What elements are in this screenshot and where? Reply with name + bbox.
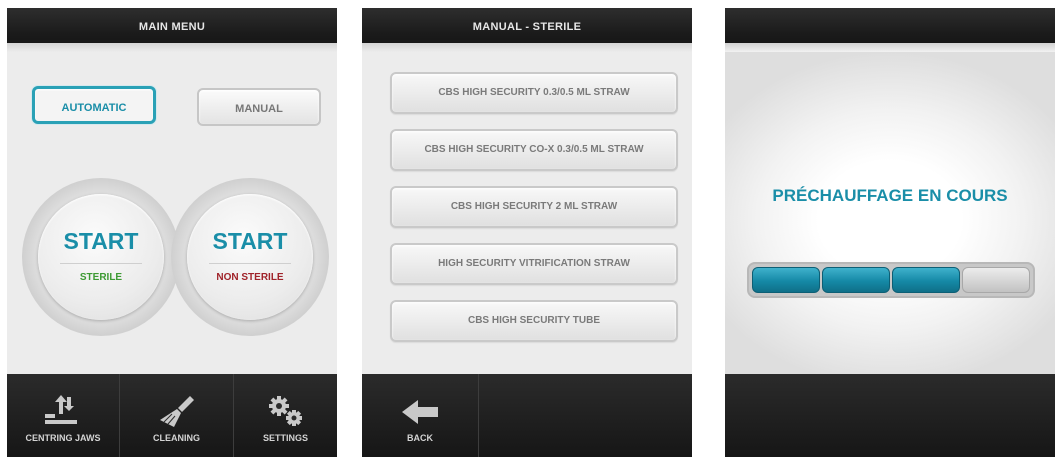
main-menu-screen: MAIN MENU AUTOMATIC MANUAL START STERILE… — [7, 8, 337, 457]
preheating-content: PRÉCHAUFFAGE EN COURS — [725, 52, 1055, 374]
back-button[interactable]: BACK — [362, 374, 479, 457]
header-bar — [725, 8, 1055, 52]
divider — [60, 263, 142, 264]
footer-bar: CENTRING JAWS CLEANING SETTINGS — [7, 374, 337, 457]
list-item-straw[interactable]: CBS HIGH SECURITY 0.3/0.5 ML STRAW — [390, 72, 678, 114]
screen-title: MANUAL - STERILE — [472, 21, 582, 33]
gears-icon — [234, 394, 337, 430]
non-sterile-label: NON STERILE — [216, 272, 284, 283]
manual-button[interactable]: MANUAL — [197, 88, 321, 126]
preheating-message: PRÉCHAUFFAGE EN COURS — [772, 186, 1008, 205]
cleaning-button[interactable]: CLEANING — [120, 374, 234, 457]
start-sterile-button[interactable]: START STERILE — [38, 194, 164, 320]
list-item-straw[interactable]: CBS HIGH SECURITY CO-X 0.3/0.5 ML STRAW — [390, 129, 678, 171]
header-bar: MANUAL - STERILE — [362, 8, 692, 52]
list-item-straw[interactable]: CBS HIGH SECURITY TUBE — [390, 300, 678, 342]
start-label: START — [212, 228, 288, 254]
footer-bar — [725, 374, 1055, 457]
screen-title: MAIN MENU — [138, 21, 206, 33]
start-non-sterile-button[interactable]: START NON STERILE — [187, 194, 313, 320]
centring-jaws-label: CENTRING JAWS — [25, 433, 101, 443]
sterile-label: STERILE — [79, 272, 123, 283]
divider — [209, 263, 291, 264]
main-menu-content: AUTOMATIC MANUAL START STERILE START NON… — [7, 52, 337, 374]
manual-sterile-screen: MANUAL - STERILE CBS HIGH SECURITY 0.3/0… — [362, 8, 692, 457]
progress-segment — [822, 267, 890, 293]
progress-segment — [962, 267, 1030, 293]
preheating-screen: PRÉCHAUFFAGE EN COURS — [725, 8, 1055, 457]
start-label: START — [63, 228, 139, 254]
settings-label: SETTINGS — [262, 433, 308, 443]
straw-list: CBS HIGH SECURITY 0.3/0.5 ML STRAW CBS H… — [362, 52, 692, 374]
progress-segment — [752, 267, 820, 293]
centring-jaws-icon — [7, 394, 119, 430]
list-item-straw[interactable]: CBS HIGH SECURITY 2 ML STRAW — [390, 186, 678, 228]
cleaning-label: CLEANING — [153, 433, 200, 443]
settings-button[interactable]: SETTINGS — [234, 374, 337, 457]
footer-bar: BACK — [362, 374, 692, 457]
back-label: BACK — [407, 433, 433, 443]
progress-segment — [892, 267, 960, 293]
preheating-progress-bar — [747, 262, 1035, 298]
back-arrow-icon — [362, 394, 478, 430]
automatic-button[interactable]: AUTOMATIC — [32, 86, 156, 124]
list-item-straw[interactable]: HIGH SECURITY VITRIFICATION STRAW — [390, 243, 678, 285]
centring-jaws-button[interactable]: CENTRING JAWS — [7, 374, 120, 457]
brush-icon — [120, 394, 233, 430]
header-bar: MAIN MENU — [7, 8, 337, 52]
